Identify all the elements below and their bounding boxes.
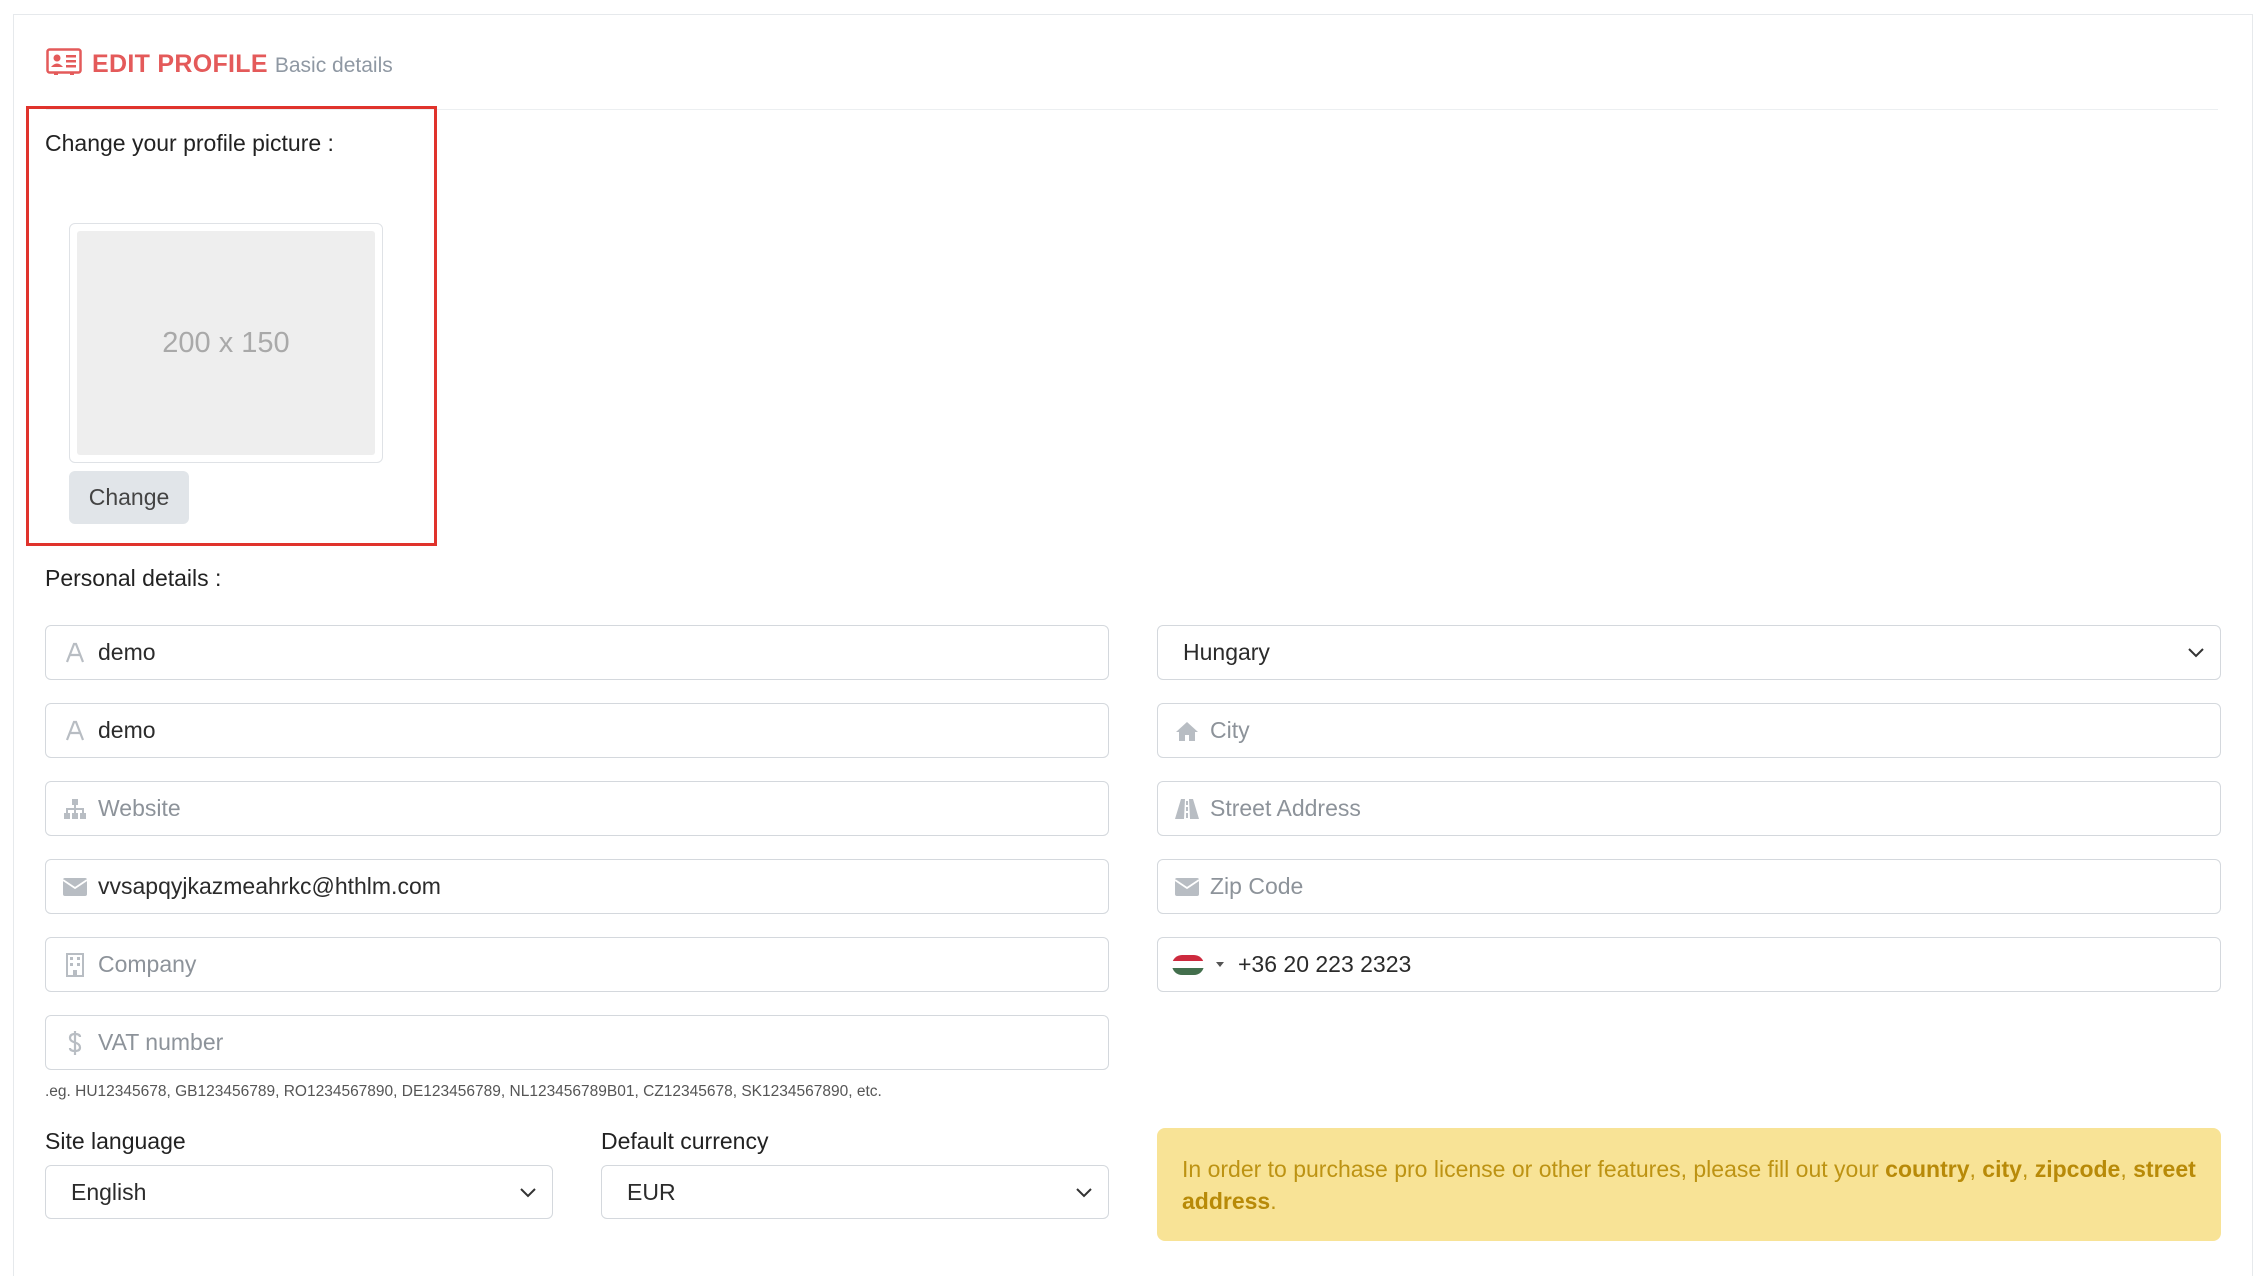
profile-picture-thumbnail: 200 x 150	[69, 223, 383, 463]
envelope-icon	[1172, 872, 1202, 902]
alert-separator: ,	[2021, 1156, 2035, 1182]
id-card-icon	[46, 48, 82, 75]
sitemap-icon	[60, 794, 90, 824]
website-placeholder: Website	[98, 795, 181, 821]
default-currency-label: Default currency	[601, 1128, 769, 1154]
alert-zipcode: zipcode	[2034, 1156, 2121, 1182]
alert-text: In order to purchase pro license or othe…	[1182, 1156, 1886, 1182]
default-currency-value: EUR	[627, 1178, 676, 1205]
font-icon	[60, 638, 90, 668]
site-language-value: English	[71, 1178, 147, 1205]
street-field[interactable]: Street Address	[1157, 781, 2221, 836]
dollar-icon	[60, 1028, 90, 1058]
hungary-flag-icon	[1172, 954, 1204, 975]
profile-picture-placeholder: 200 x 150	[77, 231, 375, 455]
personal-details-label: Personal details :	[45, 565, 222, 591]
alert-city: city	[1982, 1156, 2022, 1182]
website-field[interactable]: Website	[45, 781, 1109, 836]
envelope-icon	[60, 872, 90, 902]
page-title: EDIT PROFILE	[92, 50, 268, 78]
company-field[interactable]: Company	[45, 937, 1109, 992]
page-subtitle: Basic details	[274, 54, 393, 77]
vat-placeholder: VAT number	[98, 1029, 224, 1055]
email-field[interactable]: vvsapqyjkazmeahrkc@hthlm.com	[45, 859, 1109, 914]
zip-field[interactable]: Zip Code	[1157, 859, 2221, 914]
chevron-down-icon	[2188, 648, 2204, 658]
vat-hint: .eg. HU12345678, GB123456789, RO12345678…	[45, 1083, 882, 1100]
site-language-label: Site language	[45, 1128, 186, 1154]
city-field[interactable]: City	[1157, 703, 2221, 758]
first-name-value: demo	[98, 639, 156, 665]
building-icon	[60, 950, 90, 980]
last-name-value: demo	[98, 717, 156, 743]
street-placeholder: Street Address	[1210, 795, 1361, 821]
profile-incomplete-alert: In order to purchase pro license or othe…	[1157, 1128, 2221, 1241]
city-placeholder: City	[1210, 717, 1250, 743]
profile-picture-label: Change your profile picture :	[45, 130, 334, 156]
alert-country: country	[1885, 1156, 1970, 1182]
caret-down-icon	[1216, 962, 1224, 967]
alert-separator: ,	[2120, 1156, 2134, 1182]
zip-placeholder: Zip Code	[1210, 873, 1304, 899]
phone-field[interactable]: +36 20 223 2323	[1157, 937, 2221, 992]
change-picture-button[interactable]: Change	[69, 471, 189, 524]
first-name-field[interactable]: demo	[45, 625, 1109, 680]
country-code-dropdown[interactable]	[1172, 954, 1224, 975]
last-name-field[interactable]: demo	[45, 703, 1109, 758]
site-language-select[interactable]: English	[45, 1165, 553, 1219]
chevron-down-icon	[520, 1188, 536, 1198]
country-select[interactable]: Hungary	[1157, 625, 2221, 680]
alert-end: .	[1270, 1188, 1277, 1214]
company-placeholder: Company	[98, 951, 197, 977]
road-icon	[1172, 794, 1202, 824]
country-value: Hungary	[1183, 639, 1270, 665]
home-icon	[1172, 716, 1202, 746]
default-currency-select[interactable]: EUR	[601, 1165, 1109, 1219]
email-value: vvsapqyjkazmeahrkc@hthlm.com	[98, 873, 441, 899]
phone-value: +36 20 223 2323	[1238, 951, 1412, 977]
font-icon	[60, 716, 90, 746]
page-header: EDIT PROFILE Basic details	[46, 44, 393, 79]
chevron-down-icon	[1076, 1188, 1092, 1198]
vat-field[interactable]: VAT number	[45, 1015, 1109, 1070]
alert-separator: ,	[1969, 1156, 1983, 1182]
